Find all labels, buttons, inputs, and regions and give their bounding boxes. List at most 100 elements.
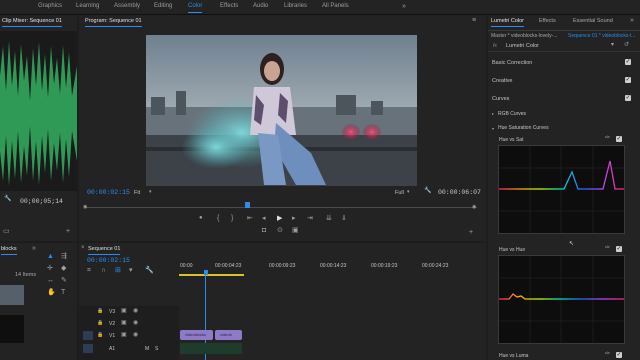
tab-project[interactable]: blocks bbox=[1, 246, 17, 255]
workspace-learning[interactable]: Learning bbox=[76, 3, 99, 9]
razor-tool-icon[interactable]: ◆ bbox=[61, 265, 66, 272]
linked-selection-icon[interactable]: ⊞ bbox=[115, 267, 121, 274]
hue-vs-sat-checkbox[interactable] bbox=[616, 135, 622, 142]
tab-sequence-01[interactable]: Sequence 01 bbox=[88, 246, 121, 255]
step-back-icon[interactable]: ◂ bbox=[262, 215, 266, 222]
mark-out-icon[interactable]: } bbox=[231, 215, 233, 222]
tab-program[interactable]: Program: Sequence 01 bbox=[85, 18, 142, 27]
tab-essential-sound[interactable]: Essential Sound bbox=[573, 18, 613, 24]
selection-tool-icon[interactable]: ▲ bbox=[47, 253, 54, 260]
fit-dropdown[interactable]: Fit bbox=[134, 190, 140, 196]
proxy-toggle-icon[interactable]: ▣ bbox=[292, 227, 299, 234]
timeline-timecode[interactable]: 00:00:02:15 bbox=[87, 257, 130, 264]
timeline-settings-icon[interactable]: 🔧 bbox=[145, 267, 154, 274]
more-workspaces-icon[interactable]: » bbox=[402, 3, 406, 10]
add-marker-icon[interactable]: ● bbox=[199, 215, 203, 222]
nest-icon[interactable]: ⌗ bbox=[87, 267, 91, 274]
fit-chevron-icon[interactable]: ▾ bbox=[149, 189, 152, 196]
lock-icon[interactable]: 🔒 bbox=[97, 320, 103, 327]
wrench-icon[interactable]: 🔧 bbox=[4, 196, 11, 203]
program-playhead[interactable] bbox=[245, 202, 250, 208]
quality-dropdown[interactable]: Full bbox=[395, 190, 404, 196]
solo-button[interactable]: S bbox=[155, 346, 158, 352]
hand-tool-icon[interactable]: ✋ bbox=[47, 289, 56, 296]
project-thumbnail-1[interactable] bbox=[0, 285, 24, 305]
basic-correction-checkbox[interactable] bbox=[625, 58, 631, 65]
track-select-tool-icon[interactable]: ⇶ bbox=[61, 253, 67, 260]
mute-button[interactable]: M bbox=[145, 346, 149, 352]
workspace-libraries[interactable]: Libraries bbox=[284, 3, 307, 9]
quality-chevron-icon[interactable]: ▾ bbox=[407, 189, 410, 196]
audio-clip[interactable] bbox=[180, 343, 242, 354]
subsection-rgb-curves[interactable]: RGB Curves bbox=[498, 111, 526, 117]
workspace-audio[interactable]: Audio bbox=[253, 3, 268, 9]
workspace-effects[interactable]: Effects bbox=[220, 3, 238, 9]
effect-chevron-icon[interactable]: ▾ bbox=[611, 42, 614, 49]
sync-lock-icon[interactable]: ▣ bbox=[121, 320, 127, 327]
hue-vs-hue-checkbox[interactable] bbox=[616, 245, 622, 252]
eye-icon[interactable]: ◉ bbox=[133, 320, 138, 327]
program-scrubber[interactable] bbox=[85, 207, 477, 208]
add-icon[interactable]: + bbox=[66, 228, 70, 235]
source-patch-a1[interactable] bbox=[83, 344, 93, 353]
rgb-curves-chevron-icon[interactable]: ▸ bbox=[492, 110, 494, 117]
ripple-edit-tool-icon[interactable]: ✛ bbox=[47, 265, 53, 272]
add-marker-timeline-icon[interactable]: ▾ bbox=[129, 267, 133, 274]
sync-lock-icon[interactable]: ▣ bbox=[121, 308, 127, 315]
project-panel-menu-icon[interactable]: » bbox=[32, 245, 36, 252]
master-clip-selector[interactable]: Master * videoblocks-lovely-... bbox=[491, 33, 557, 39]
project-thumbnail-2[interactable] bbox=[0, 315, 24, 343]
curves-checkbox[interactable] bbox=[625, 94, 631, 101]
reset-icon[interactable]: ↺ bbox=[624, 42, 629, 49]
panel-menu-icon[interactable]: ≡ bbox=[472, 17, 476, 24]
source-patch-v1[interactable] bbox=[83, 331, 93, 340]
creative-checkbox[interactable] bbox=[625, 76, 631, 83]
tab-clip-mixer[interactable]: Clip Mixer: Sequence 01 bbox=[2, 18, 62, 27]
workspace-color[interactable]: Color bbox=[188, 3, 203, 13]
mark-in-icon[interactable]: { bbox=[217, 215, 219, 222]
lumetri-more-icon[interactable]: » bbox=[630, 17, 634, 24]
section-curves[interactable]: Curves bbox=[492, 96, 509, 102]
button-editor-icon[interactable]: + bbox=[469, 229, 473, 236]
slip-tool-icon[interactable]: ↔ bbox=[47, 277, 54, 284]
insert-icon[interactable]: ⇊ bbox=[326, 215, 332, 222]
go-to-out-icon[interactable]: ⇥ bbox=[307, 215, 313, 222]
workspace-assembly[interactable]: Assembly bbox=[114, 3, 140, 9]
sync-lock-icon[interactable]: ▣ bbox=[121, 332, 127, 339]
eyedropper-icon[interactable]: ✑ bbox=[605, 245, 610, 252]
video-clip[interactable]: videoblocks bbox=[180, 330, 213, 340]
workspace-all-panels[interactable]: All Panels bbox=[322, 3, 349, 9]
tab-lumetri-color[interactable]: Lumetri Color bbox=[491, 18, 525, 27]
hue-vs-hue-graph[interactable] bbox=[498, 255, 625, 344]
hue-sat-chevron-icon[interactable]: ▾ bbox=[492, 125, 494, 132]
hue-vs-luma-checkbox[interactable] bbox=[616, 351, 622, 358]
eyedropper-icon[interactable]: ✑ bbox=[605, 351, 610, 358]
lock-icon[interactable]: 🔒 bbox=[97, 308, 103, 315]
timeline-close-icon[interactable]: × bbox=[81, 245, 85, 252]
tab-effects[interactable]: Effects bbox=[539, 18, 556, 24]
step-forward-icon[interactable]: ▸ bbox=[292, 215, 296, 222]
export-frame-icon[interactable]: ◘ bbox=[262, 227, 266, 234]
eye-icon[interactable]: ◉ bbox=[133, 332, 138, 339]
sequence-clip-selector[interactable]: Sequence 01 * videoblocks-l... bbox=[568, 33, 635, 39]
video-clip[interactable]: videob bbox=[215, 330, 242, 340]
settings-wrench-icon[interactable]: 🔧 bbox=[424, 188, 431, 195]
program-playhead-timecode[interactable]: 00:00:02:15 bbox=[87, 189, 130, 196]
workspace-graphics[interactable]: Graphics bbox=[38, 3, 62, 9]
go-to-in-icon[interactable]: ⇤ bbox=[247, 215, 253, 222]
work-area-bar[interactable] bbox=[179, 274, 244, 276]
play-icon[interactable]: ▶ bbox=[277, 215, 282, 222]
hue-vs-sat-graph[interactable] bbox=[498, 145, 625, 234]
section-creative[interactable]: Creative bbox=[492, 78, 512, 84]
pen-tool-icon[interactable]: ✎ bbox=[61, 277, 67, 284]
eye-icon[interactable]: ◉ bbox=[133, 308, 138, 315]
eyedropper-icon[interactable]: ✑ bbox=[605, 135, 610, 142]
lock-icon[interactable]: 🔒 bbox=[97, 332, 103, 339]
snap-icon[interactable]: ∩ bbox=[101, 267, 106, 274]
workspace-editing[interactable]: Editing bbox=[154, 3, 172, 9]
comparison-view-icon[interactable]: ⊙ bbox=[277, 227, 283, 234]
type-tool-icon[interactable]: T bbox=[61, 289, 65, 296]
subsection-hue-saturation-curves[interactable]: Hue Saturation Curves bbox=[498, 125, 549, 131]
section-basic-correction[interactable]: Basic Correction bbox=[492, 60, 532, 66]
overwrite-icon[interactable]: ⇓ bbox=[341, 215, 347, 222]
